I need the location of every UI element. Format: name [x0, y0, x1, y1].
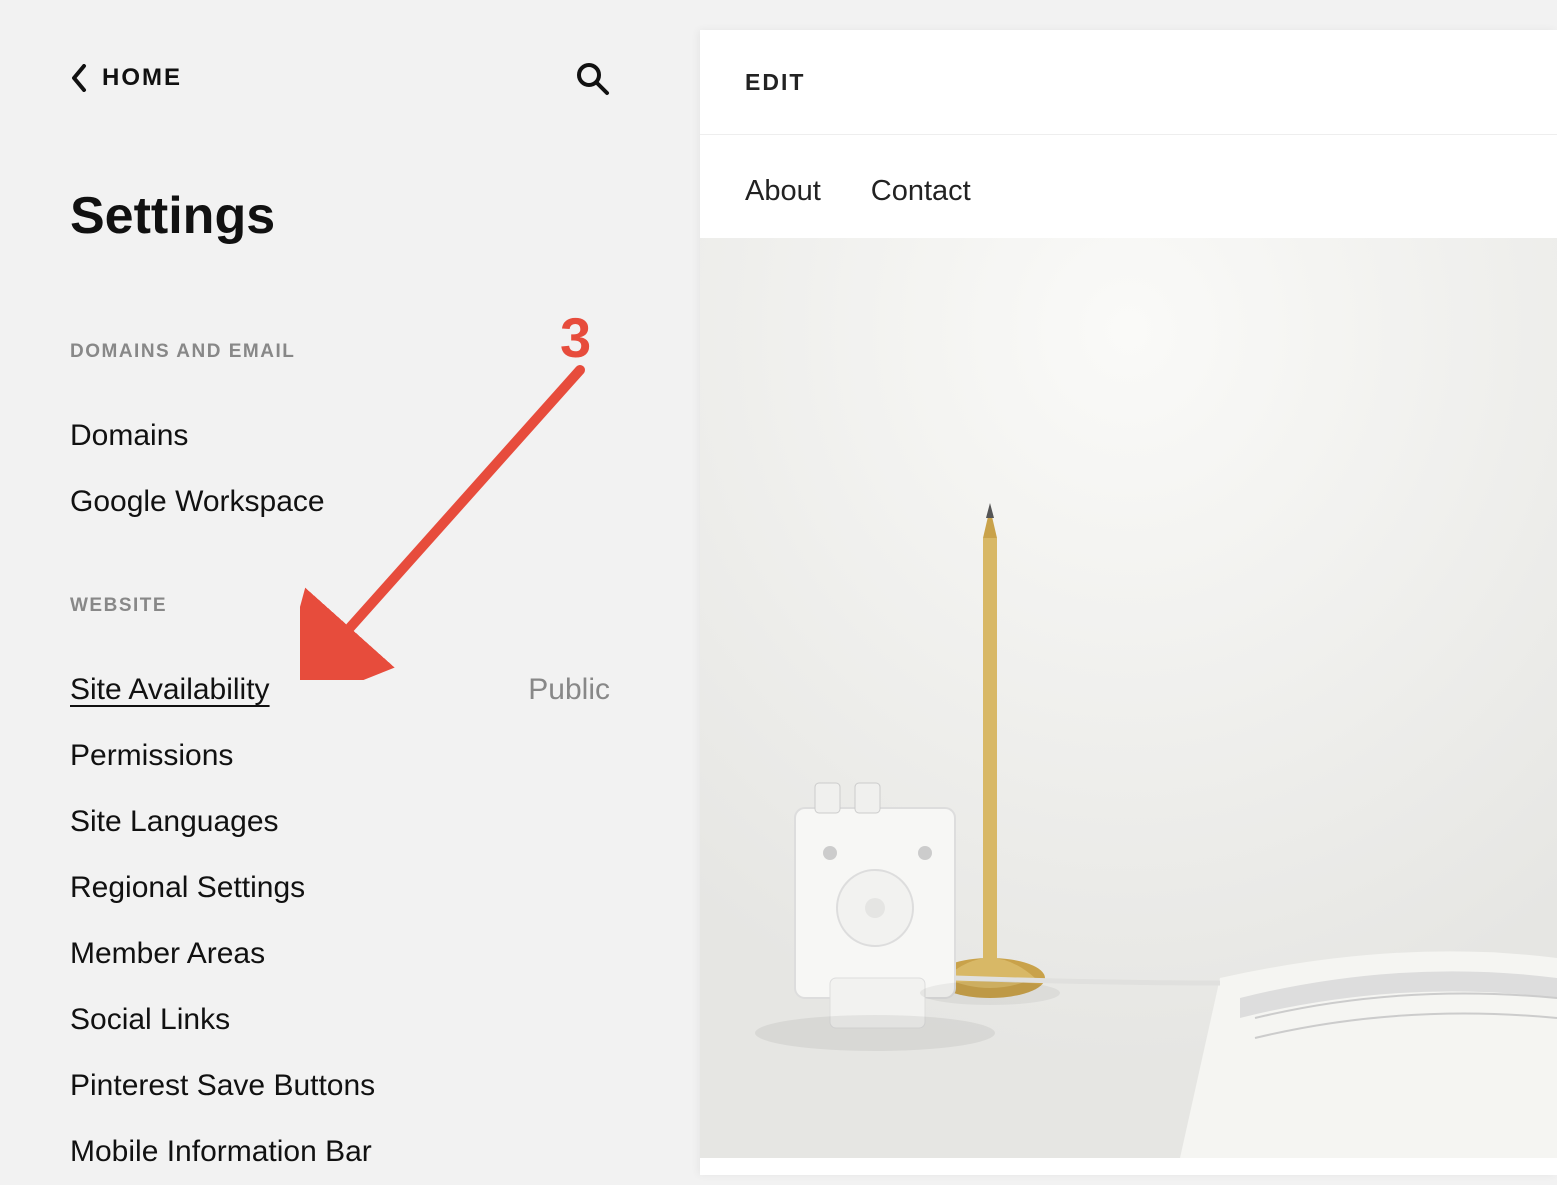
menu-item-domains[interactable]: Domains: [70, 403, 610, 469]
chevron-left-icon: [70, 64, 88, 92]
menu-item-regional-settings[interactable]: Regional Settings: [70, 855, 610, 921]
hero-line-1: Welcom: [1330, 581, 1557, 639]
edit-button[interactable]: EDIT: [745, 69, 805, 96]
menu-item-label: Regional Settings: [70, 871, 305, 905]
nav-link-about[interactable]: About: [745, 175, 821, 208]
hero-subtitle: Welcom introduc: [1105, 581, 1557, 696]
section-header-website: WEBSITE: [70, 595, 610, 617]
menu-item-social-links[interactable]: Social Links: [70, 987, 610, 1053]
menu-item-site-availability[interactable]: Site Availability Public: [70, 657, 610, 723]
menu-item-permissions[interactable]: Permissions: [70, 723, 610, 789]
menu-item-label: Site Languages: [70, 805, 279, 839]
page-title: Settings: [70, 186, 610, 246]
menu-item-value: Public: [528, 673, 610, 707]
menu-item-label: Site Availability: [70, 673, 270, 707]
sidebar-top: HOME: [70, 60, 610, 96]
settings-sidebar: HOME Settings DOMAINS AND EMAIL Domains …: [0, 0, 680, 1175]
home-label: HOME: [102, 64, 182, 92]
menu-item-site-languages[interactable]: Site Languages: [70, 789, 610, 855]
hero-line-2: introduc: [1330, 639, 1557, 697]
menu-item-google-workspace[interactable]: Google Workspace: [70, 469, 610, 535]
menu-item-label: Member Areas: [70, 937, 265, 971]
home-back-link[interactable]: HOME: [70, 64, 182, 92]
menu-item-mobile-information-bar[interactable]: Mobile Information Bar: [70, 1119, 610, 1185]
menu-item-member-areas[interactable]: Member Areas: [70, 921, 610, 987]
menu-item-label: Social Links: [70, 1003, 230, 1037]
nav-link-contact[interactable]: Contact: [871, 175, 971, 208]
menu-item-label: Mobile Information Bar: [70, 1135, 372, 1169]
section-header-domains-email: DOMAINS AND EMAIL: [70, 341, 610, 363]
menu-item-label: Permissions: [70, 739, 233, 773]
menu-item-label: Domains: [70, 419, 188, 453]
menu-item-label: Pinterest Save Buttons: [70, 1069, 375, 1103]
site-preview-panel: EDIT About Contact: [700, 30, 1557, 1175]
preview-site-nav: About Contact: [700, 135, 1557, 238]
preview-topbar: EDIT: [700, 30, 1557, 135]
menu-item-label: Google Workspace: [70, 485, 325, 519]
menu-item-pinterest-save-buttons[interactable]: Pinterest Save Buttons: [70, 1053, 610, 1119]
search-icon[interactable]: [574, 60, 610, 96]
hero-section: Introdu Welcom introduc: [700, 238, 1557, 1158]
hero-illustration: [700, 238, 1557, 1158]
hero-title: Introdu: [1105, 398, 1557, 536]
